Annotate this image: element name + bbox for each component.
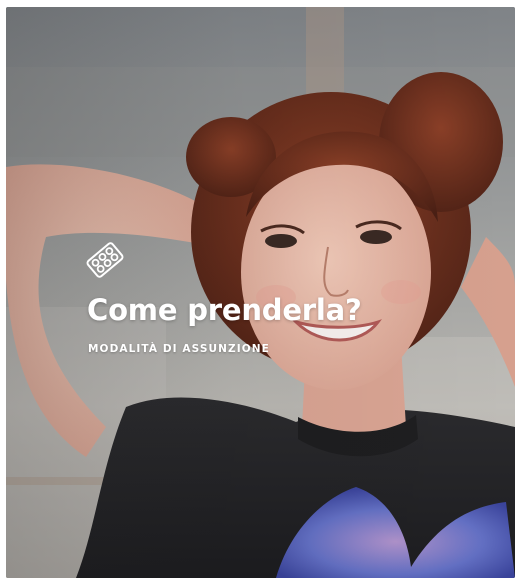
hero-card[interactable]: Come prenderla? MODALITÀ DI ASSUNZIONE [6, 7, 515, 578]
pill-blister-icon [86, 242, 124, 278]
page-title: Come prenderla? [87, 293, 362, 327]
page-subtitle: MODALITÀ DI ASSUNZIONE [88, 343, 270, 355]
